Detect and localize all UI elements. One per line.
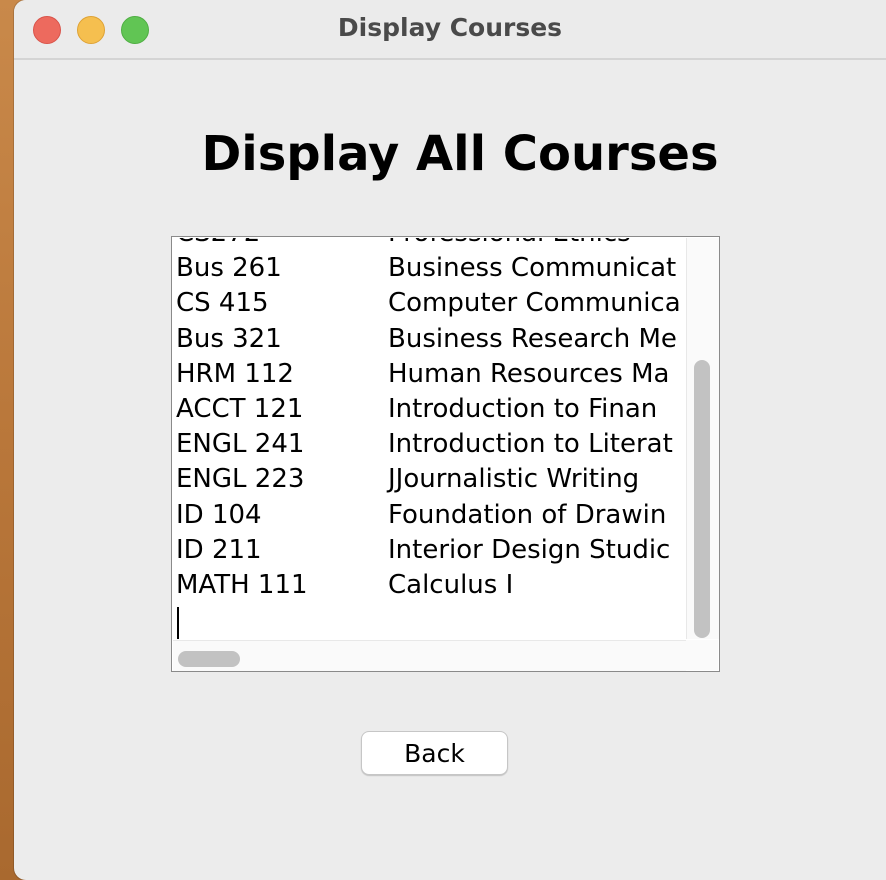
course-name: Human Resources Ma bbox=[388, 358, 670, 389]
scrollbar-corner bbox=[686, 640, 718, 670]
course-code: ID 211 bbox=[176, 534, 262, 565]
course-code: ACCT 121 bbox=[176, 393, 304, 424]
window-title: Display Courses bbox=[337, 13, 563, 42]
horizontal-scrollbar[interactable] bbox=[173, 640, 686, 671]
course-code: Bus 321 bbox=[176, 323, 282, 354]
course-code: ENGL 241 bbox=[176, 429, 305, 460]
course-name: Professional Ethics bbox=[388, 238, 631, 251]
vertical-scrollbar[interactable] bbox=[686, 238, 719, 639]
title-bar[interactable]: Display Courses bbox=[14, 0, 886, 60]
courses-text-area[interactable]: CS272 Professional Ethics Bus 261 Business … bbox=[171, 236, 720, 672]
back-button[interactable]: Back bbox=[361, 731, 508, 775]
course-name: Business Communicat bbox=[388, 253, 677, 284]
course-name: Calculus I bbox=[388, 569, 514, 600]
course-code: CS272 bbox=[176, 238, 260, 251]
course-code: CS 415 bbox=[176, 288, 269, 319]
course-code: ENGL 223 bbox=[176, 464, 305, 495]
vertical-scroll-thumb[interactable] bbox=[694, 360, 710, 638]
course-code: MATH 111 bbox=[176, 569, 308, 600]
page-heading: Display All Courses bbox=[201, 126, 719, 182]
course-name: Business Research Me bbox=[388, 323, 677, 354]
course-code: ID 104 bbox=[176, 499, 262, 530]
courses-text-viewport[interactable]: CS272 Professional Ethics Bus 261 Business … bbox=[173, 238, 686, 639]
text-caret bbox=[177, 607, 179, 639]
course-code: Bus 261 bbox=[176, 253, 282, 284]
course-name: JJournalistic Writing bbox=[388, 464, 640, 495]
course-name: Introduction to Finan bbox=[388, 393, 658, 424]
horizontal-scroll-thumb[interactable] bbox=[178, 651, 240, 667]
course-name: Computer Communica bbox=[388, 288, 681, 319]
course-name: Foundation of Drawin bbox=[388, 499, 667, 530]
course-name: Interior Design Studic bbox=[388, 534, 671, 565]
course-name: Introduction to Literat bbox=[388, 429, 673, 460]
display-courses-window: Display Courses Display All Courses CS27… bbox=[14, 0, 886, 880]
course-code: HRM 112 bbox=[176, 358, 294, 389]
